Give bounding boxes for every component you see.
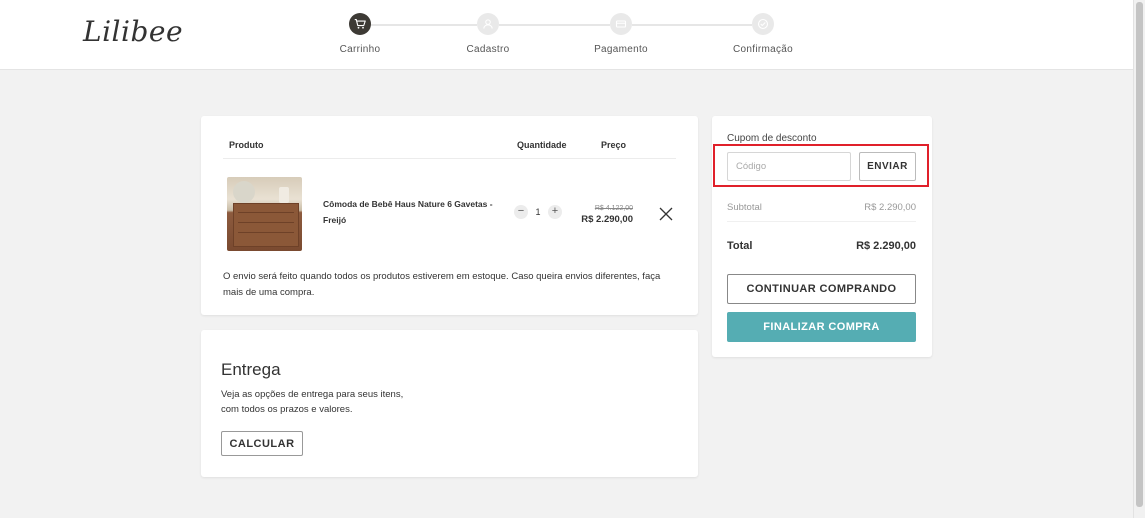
- close-icon[interactable]: [659, 207, 673, 221]
- quantity-value: 1: [535, 207, 541, 217]
- total-label: Total: [727, 240, 753, 252]
- site-header: Lilibee Carrinho Cadastro Pagamento Conf…: [0, 0, 1133, 70]
- coupon-label: Cupom de desconto: [727, 133, 817, 144]
- subtotal-value: R$ 2.290,00: [864, 202, 916, 213]
- total-value: R$ 2.290,00: [856, 240, 916, 252]
- column-header-quantity: Quantidade: [517, 140, 567, 150]
- step-label-cart: Carrinho: [339, 44, 381, 55]
- delivery-card: Entrega Veja as opções de entrega para s…: [201, 330, 698, 477]
- divider: [223, 158, 676, 159]
- delivery-description-line: Veja as opções de entrega para seus iten…: [221, 389, 404, 400]
- subtotal-row: Subtotal R$ 2.290,00: [727, 202, 916, 213]
- subtotal-label: Subtotal: [727, 202, 762, 213]
- coupon-highlight: [713, 144, 929, 187]
- total-row: Total R$ 2.290,00: [727, 240, 916, 252]
- quantity-stepper: − 1 +: [514, 205, 562, 219]
- calculate-shipping-button[interactable]: CALCULAR: [221, 431, 303, 456]
- delivery-description-line: com todos os prazos e valores.: [221, 404, 353, 415]
- payment-icon: [610, 13, 632, 35]
- column-header-price: Preço: [601, 140, 627, 150]
- user-icon: [477, 13, 499, 35]
- step-label-payment: Pagamento: [594, 44, 648, 55]
- step-label-confirmation: Confirmação: [733, 44, 793, 55]
- current-price: R$ 2.290,00: [581, 214, 633, 225]
- checkout-button[interactable]: FINALIZAR COMPRA: [727, 312, 916, 342]
- continue-shopping-button[interactable]: CONTINUAR COMPRANDO: [727, 274, 916, 304]
- checkout-steps: Carrinho Cadastro Pagamento Confirmação: [0, 0, 1133, 70]
- divider: [727, 221, 916, 222]
- scrollbar[interactable]: [1133, 0, 1145, 518]
- step-connector: [499, 24, 610, 26]
- cart-icon[interactable]: [349, 13, 371, 35]
- delivery-title: Entrega: [221, 360, 281, 379]
- step-label-register: Cadastro: [466, 44, 510, 55]
- check-icon: [752, 13, 774, 35]
- product-image[interactable]: [227, 177, 302, 251]
- step-connector: [371, 24, 477, 26]
- step-connector: [632, 24, 752, 26]
- decrease-quantity-button[interactable]: −: [514, 205, 528, 219]
- scrollbar-thumb[interactable]: [1136, 2, 1143, 507]
- product-name[interactable]: Cômoda de Bebê Haus Nature 6 Gavetas - F…: [323, 196, 503, 228]
- increase-quantity-button[interactable]: +: [548, 205, 562, 219]
- shipping-note: O envio será feito quando todos os produ…: [223, 271, 661, 298]
- column-header-product: Produto: [229, 140, 264, 150]
- original-price: R$ 4.122,00: [594, 205, 633, 212]
- delivery-description: Veja as opções de entrega para seus iten…: [221, 387, 441, 417]
- cart-card: Produto Quantidade Preço Cômoda de Bebê …: [201, 116, 698, 315]
